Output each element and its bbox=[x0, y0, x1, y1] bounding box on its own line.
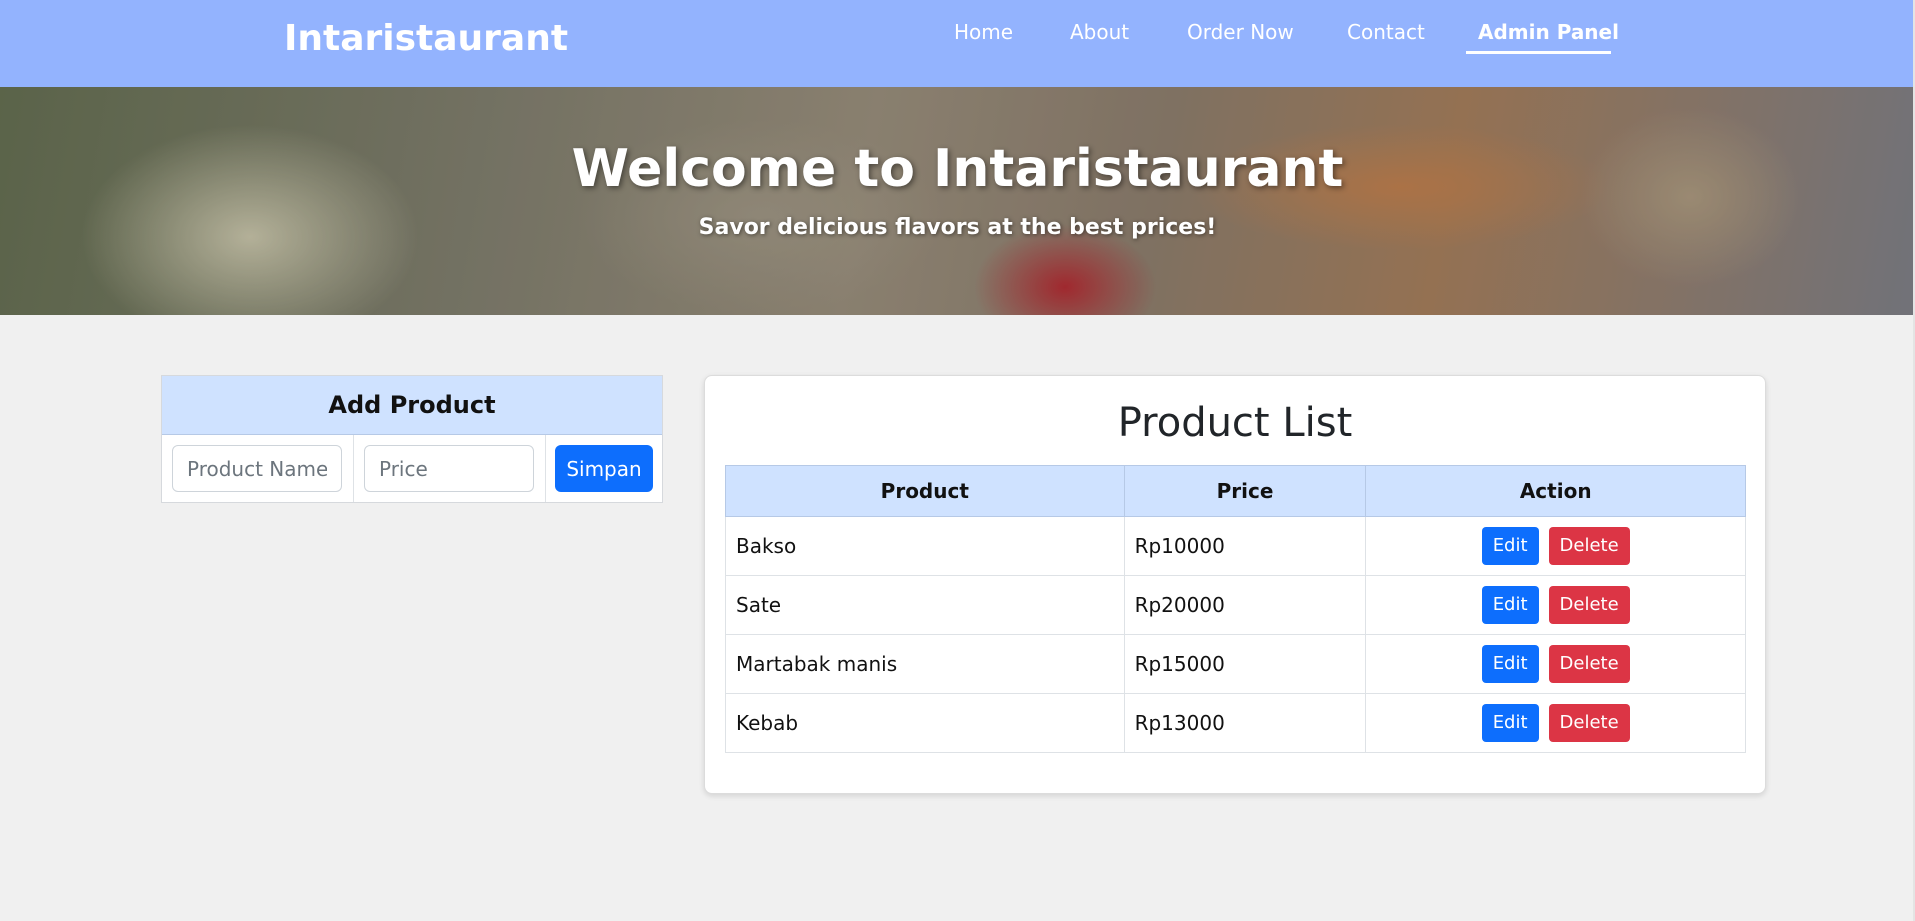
product-price-cell: Rp20000 bbox=[1123, 575, 1367, 635]
product-list-title: Product List bbox=[1117, 400, 1353, 446]
action-cell: Edit Delete bbox=[1365, 516, 1746, 576]
product-price-cell: Rp15000 bbox=[1123, 634, 1367, 694]
hero-subtitle: Savor delicious flavors at the best pric… bbox=[698, 215, 1217, 240]
cell-divider bbox=[545, 435, 546, 502]
nav-link-about[interactable]: About bbox=[1070, 20, 1129, 44]
hero-image bbox=[0, 87, 1915, 315]
product-name-cell: Martabak manis bbox=[725, 634, 1125, 694]
table-header-row: Product Price Action bbox=[725, 465, 1746, 517]
nav-link-order-now[interactable]: Order Now bbox=[1187, 20, 1294, 44]
delete-button[interactable]: Delete bbox=[1548, 586, 1630, 624]
table-row: Sate Rp20000 Edit Delete bbox=[725, 575, 1746, 635]
product-name-cell: Bakso bbox=[725, 516, 1125, 576]
action-cell: Edit Delete bbox=[1365, 575, 1746, 635]
delete-button[interactable]: Delete bbox=[1548, 704, 1630, 742]
active-nav-underline bbox=[1466, 51, 1611, 54]
price-input[interactable] bbox=[364, 445, 534, 492]
product-list-card: Product List Product Price Action Bakso … bbox=[704, 375, 1766, 794]
edit-button[interactable]: Edit bbox=[1481, 704, 1539, 742]
hero-title: Welcome to Intaristaurant bbox=[571, 139, 1344, 199]
product-table: Product Price Action Bakso Rp10000 Edit D… bbox=[725, 465, 1746, 753]
delete-button[interactable]: Delete bbox=[1548, 645, 1630, 683]
add-product-form: Add Product Simpan bbox=[161, 375, 663, 503]
edit-button[interactable]: Edit bbox=[1481, 645, 1539, 683]
nav-link-contact[interactable]: Contact bbox=[1347, 20, 1425, 44]
table-row: Bakso Rp10000 Edit Delete bbox=[725, 516, 1746, 576]
product-name-cell: Kebab bbox=[725, 693, 1125, 753]
table-row: Kebab Rp13000 Edit Delete bbox=[725, 693, 1746, 753]
column-header-price: Price bbox=[1123, 465, 1367, 517]
edit-button[interactable]: Edit bbox=[1481, 586, 1539, 624]
nav-link-admin-panel[interactable]: Admin Panel bbox=[1478, 20, 1619, 44]
hero-banner: Welcome to Intaristaurant Savor deliciou… bbox=[0, 87, 1915, 315]
column-header-product: Product bbox=[725, 465, 1125, 517]
product-price-cell: Rp13000 bbox=[1123, 693, 1367, 753]
table-row: Martabak manis Rp15000 Edit Delete bbox=[725, 634, 1746, 694]
add-product-row: Simpan bbox=[162, 435, 662, 502]
brand-logo[interactable]: Intaristaurant bbox=[284, 18, 568, 59]
cell-divider bbox=[353, 435, 354, 502]
column-header-action: Action bbox=[1365, 465, 1746, 517]
add-product-title: Add Product bbox=[162, 376, 662, 435]
product-name-cell: Sate bbox=[725, 575, 1125, 635]
delete-button[interactable]: Delete bbox=[1548, 527, 1630, 565]
save-product-button[interactable]: Simpan bbox=[555, 445, 653, 492]
product-price-cell: Rp10000 bbox=[1123, 516, 1367, 576]
product-name-input[interactable] bbox=[172, 445, 342, 492]
navbar: Intaristaurant Home About Order Now Cont… bbox=[0, 0, 1915, 87]
action-cell: Edit Delete bbox=[1365, 634, 1746, 694]
action-cell: Edit Delete bbox=[1365, 693, 1746, 753]
nav-link-home[interactable]: Home bbox=[954, 20, 1013, 44]
edit-button[interactable]: Edit bbox=[1481, 527, 1539, 565]
